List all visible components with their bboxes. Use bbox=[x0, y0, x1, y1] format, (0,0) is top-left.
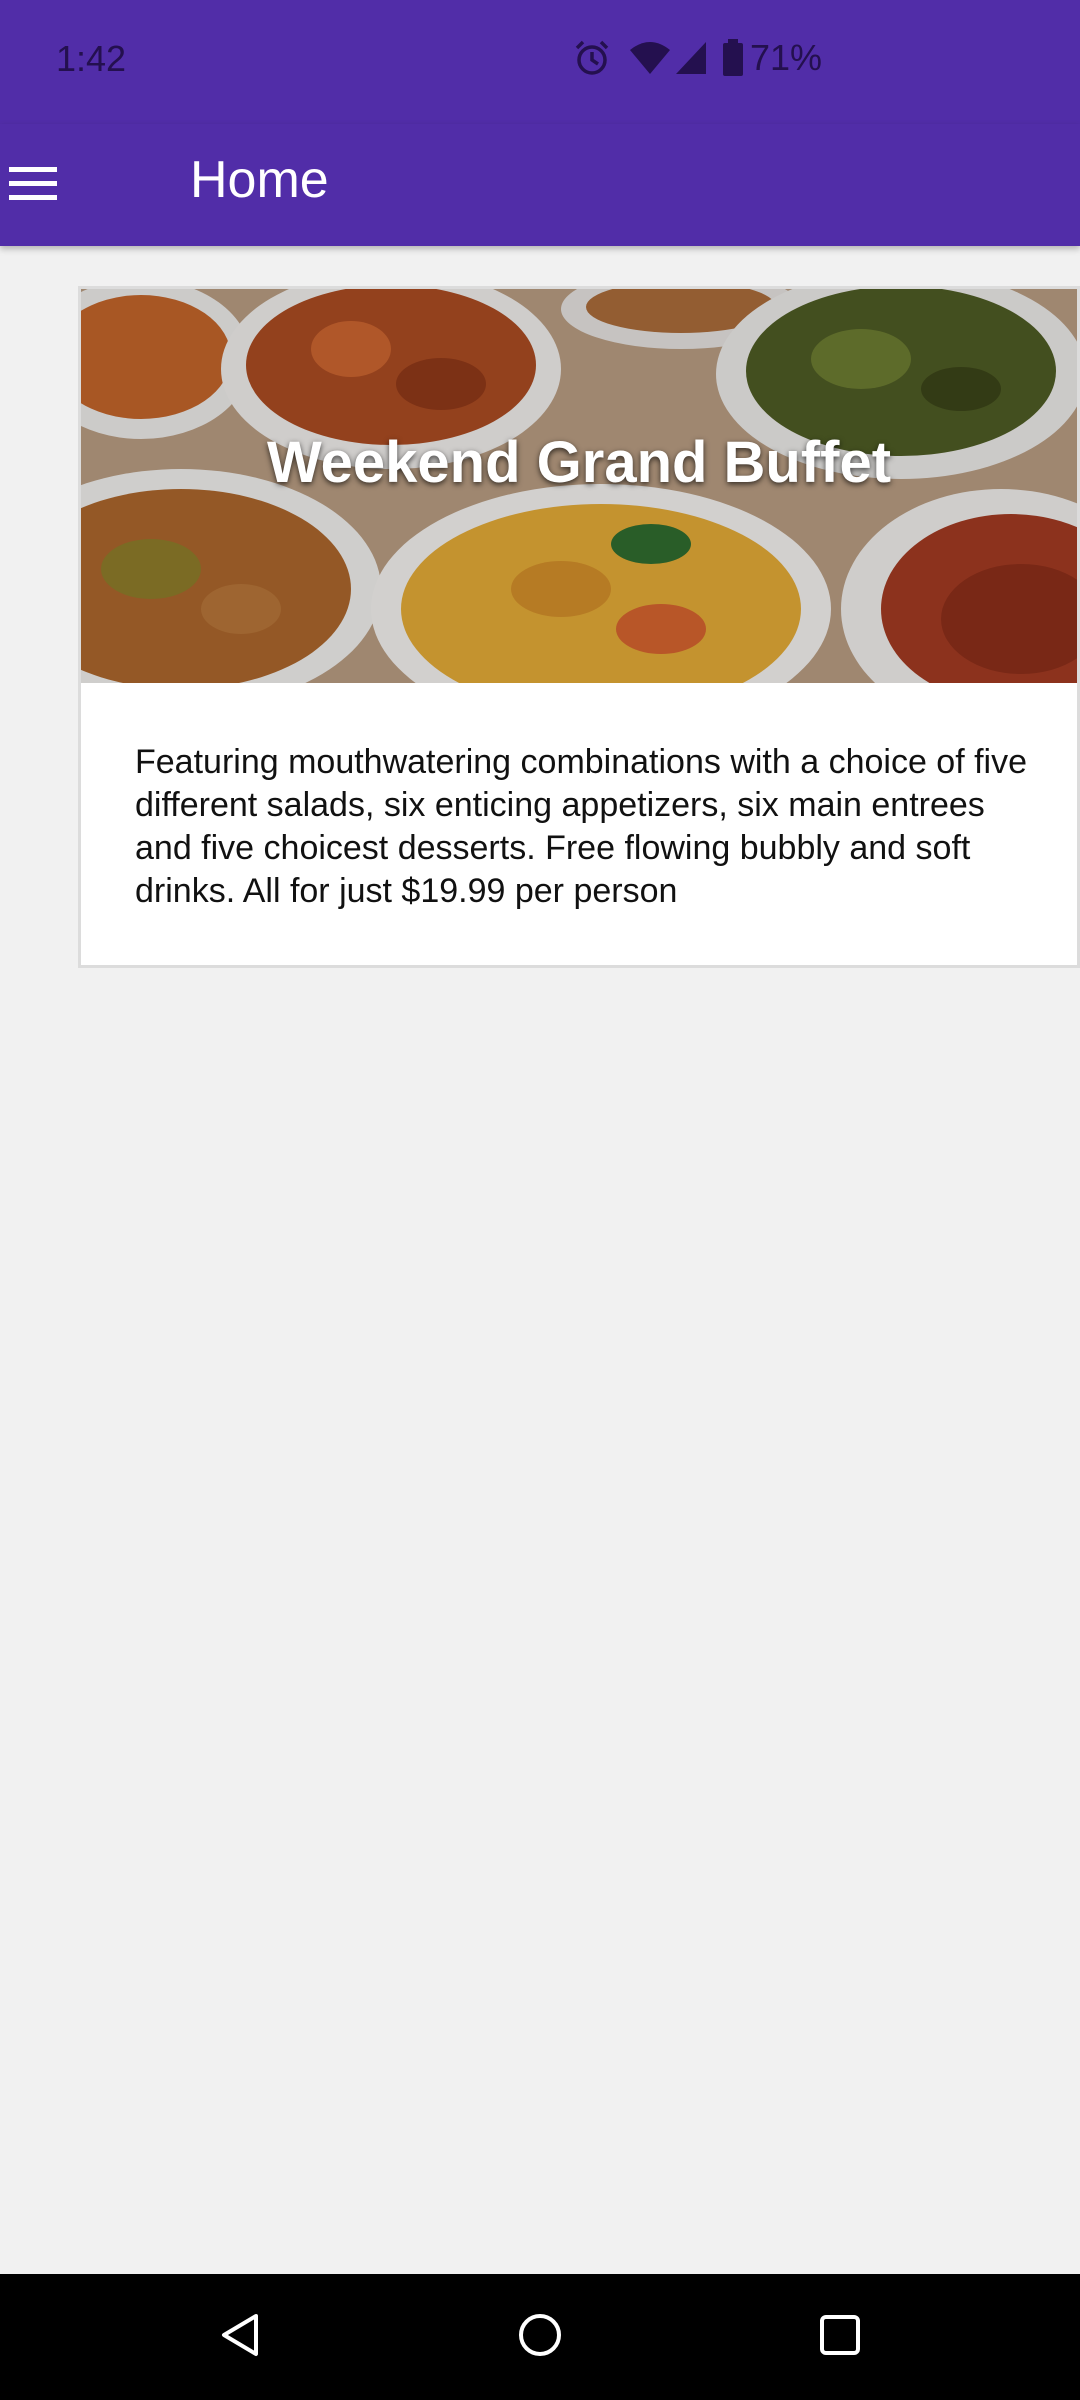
back-button[interactable] bbox=[207, 2304, 273, 2370]
status-bar: 1:42 71% bbox=[0, 0, 1080, 124]
page-title: Home bbox=[190, 151, 329, 209]
card-description: Featuring mouthwatering combinations wit… bbox=[135, 743, 1028, 910]
signal-icon bbox=[674, 40, 708, 76]
alarm-icon bbox=[572, 38, 612, 78]
status-time: 1:42 bbox=[56, 38, 127, 79]
card-title: Weekend Grand Buffet bbox=[266, 430, 892, 495]
status-icons: 71% bbox=[572, 36, 822, 80]
system-nav-bar bbox=[0, 2274, 1080, 2400]
home-button[interactable] bbox=[507, 2304, 573, 2370]
menu-button[interactable] bbox=[0, 152, 66, 218]
recents-button[interactable] bbox=[807, 2304, 873, 2370]
battery-percentage: 71% bbox=[750, 37, 823, 78]
hamburger-menu-icon bbox=[9, 165, 57, 206]
battery-icon bbox=[722, 39, 744, 77]
wifi-icon bbox=[630, 40, 670, 76]
recents-icon bbox=[819, 2314, 861, 2361]
home-icon bbox=[517, 2312, 563, 2363]
app-bar: Home bbox=[0, 124, 1080, 246]
back-icon bbox=[218, 2312, 262, 2363]
buffet-food-image: Weekend Grand Buffet bbox=[81, 289, 1077, 683]
buffet-card[interactable]: Weekend Grand Buffet Featuring mouthwate… bbox=[78, 286, 1080, 968]
